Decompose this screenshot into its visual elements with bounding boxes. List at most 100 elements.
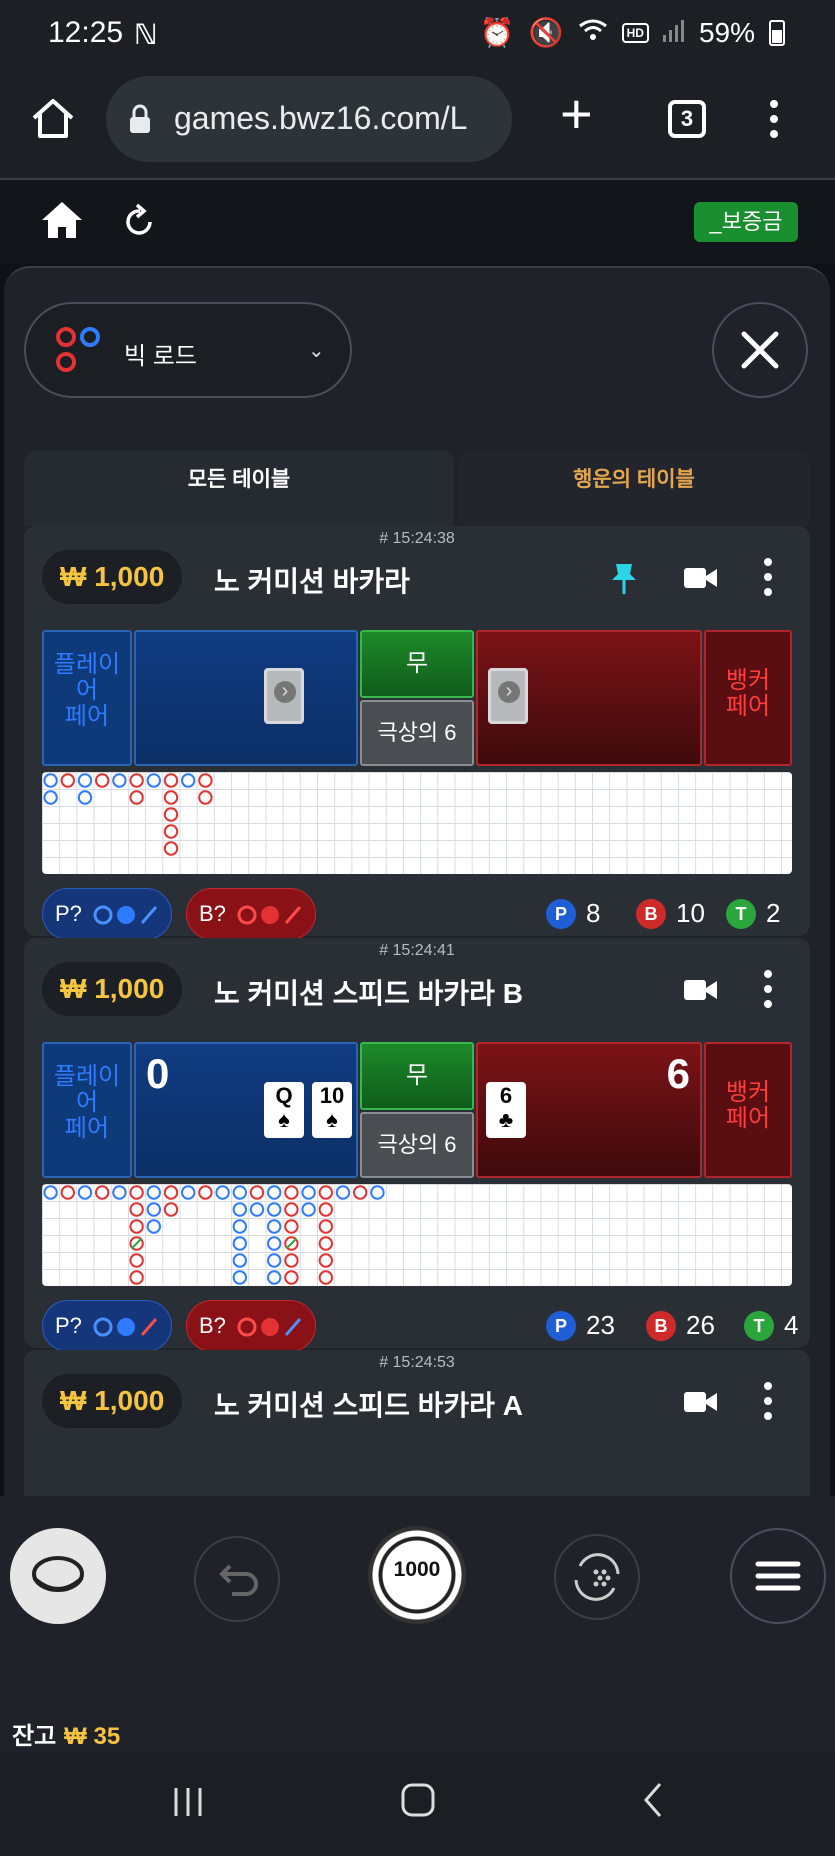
player-spot[interactable]: 0 Q ♠ 10 ♠ [134,1042,358,1178]
ask-player-label: P? [55,1313,82,1338]
banker-win-mark [318,1219,333,1234]
table-card[interactable]: # 15:24:53 ₩ 1,000 노 커미션 스피드 바카라 A [24,1350,810,1500]
video-icon[interactable] [684,1390,718,1419]
url-text: games.bwz16.com/L [174,100,468,136]
banker-win-mark [198,1185,213,1200]
tie-spot[interactable]: 무 [360,1042,474,1110]
banker-win-mark [60,1185,75,1200]
deposit-button[interactable]: _보증금 [694,202,798,242]
banker-win-mark [129,1253,144,1268]
chip-value: 1000 [393,1558,441,1581]
lobby-home-icon[interactable] [40,200,84,245]
banker-prediction-icon [237,1317,302,1337]
super-six-spot[interactable]: 극상의 6 [360,700,474,766]
battery-percent: 59% [698,16,755,48]
wifi-icon [578,17,608,49]
player-win-mark [146,1185,162,1200]
ask-player-button[interactable]: P? [42,1300,172,1352]
lobby-toggle-button[interactable] [10,1528,106,1624]
banker-win-mark [318,1253,333,1268]
status-time: 12:25 [48,16,124,49]
tie-mark [285,1237,298,1250]
browser-home-icon[interactable] [30,96,78,144]
banker-win-mark [318,1236,333,1251]
table-menu-icon[interactable] [764,558,772,603]
banker-pair-spot[interactable]: 뱅커 페어 [704,1042,792,1178]
home-nav-icon[interactable] [398,1780,438,1820]
browser-menu-icon[interactable] [770,100,778,145]
banker-spot[interactable] [476,630,702,766]
banker-win-mark [284,1253,299,1268]
player-win-mark [43,790,58,805]
tie-stat: T4 [744,1310,798,1341]
new-tab-icon[interactable]: + [560,86,593,142]
ask-banker-button[interactable]: B? [186,1300,316,1352]
big-road-grid [42,772,792,874]
ask-banker-button[interactable]: B? [186,888,316,940]
banker-win-mark [353,1185,368,1200]
tab-lucky-tables[interactable]: 행운의 테이블 [458,450,810,526]
table-card[interactable]: # 15:24:38 ₩ 1,000 노 커미션 바카라 플레이어 페어 무 극… [24,526,810,940]
player-pair-spot[interactable]: 플레이어 페어 [42,630,132,766]
banker-wins-count: 10 [676,898,705,928]
banker-pair-spot[interactable]: 뱅커 페어 [704,630,792,766]
alarm-icon: ⏰ [479,17,515,48]
balance-value: ₩ 35 [64,1723,121,1750]
close-button[interactable] [712,302,808,398]
player-win-mark [232,1270,248,1285]
back-nav-icon[interactable] [638,1780,668,1820]
player-wins-count: 23 [586,1310,615,1340]
card-back-icon [264,668,304,724]
banker-win-mark [129,1270,144,1285]
banker-win-mark [129,1185,144,1200]
table-min-bet: ₩ 1,000 [42,550,183,604]
tie-spot[interactable]: 무 [360,630,474,698]
banker-win-mark [163,773,179,788]
player-win-mark [77,790,93,805]
bet-board: 플레이어 페어 무 극상의 6 뱅커 페어 [42,630,792,766]
player-win-mark [232,1202,248,1217]
banker-win-mark [163,841,179,856]
banker-spot[interactable]: 6 6 ♣ [476,1042,702,1178]
notification-icon: ℕ [134,19,158,50]
banker-win-mark [198,773,213,788]
banker-win-mark [129,1202,144,1217]
menu-button[interactable] [730,1528,826,1624]
player-prediction-icon [93,905,158,925]
balance-label: 잔고 [12,1723,57,1750]
banker-win-mark [284,1270,299,1285]
ask-player-button[interactable]: P? [42,888,172,940]
undo-button[interactable] [194,1536,280,1622]
banker-win-mark [129,790,144,805]
table-timestamp: # 15:24:53 [379,1354,455,1371]
big-road-grid [42,1184,792,1286]
browser-toolbar: games.bwz16.com/L + 3 [0,68,835,180]
player-win-mark [267,1236,282,1251]
table-card[interactable]: # 15:24:41 ₩ 1,000 노 커미션 스피드 바카라 B 플레이어 … [24,938,810,1352]
card-back-icon [488,668,528,724]
table-menu-icon[interactable] [764,970,772,1015]
lock-icon [130,104,150,133]
rebet-button[interactable] [554,1534,640,1620]
video-icon[interactable] [684,978,718,1007]
player-wins-stat: P8 [546,898,600,929]
player-win-mark [43,773,58,788]
road-type-dropdown[interactable]: 빅 로드 ⌄ [24,302,352,398]
player-spot[interactable] [134,630,358,766]
ask-banker-label: B? [199,1313,226,1338]
bet-controls: 1000 [0,1496,835,1752]
video-icon[interactable] [684,566,718,595]
tab-switcher-button[interactable]: 3 [668,100,706,138]
url-bar[interactable]: games.bwz16.com/L [106,76,512,162]
bet-board: 플레이어 페어 0 Q ♠ 10 ♠ 무 극상의 6 6 6 ♣ 뱅커 페어 [42,1042,792,1178]
recent-apps-icon[interactable] [168,1782,208,1822]
big-road-marks [43,1185,385,1285]
chip-selector[interactable]: 1000 [368,1526,466,1624]
player-pair-spot[interactable]: 플레이어 페어 [42,1042,132,1178]
tab-all-tables[interactable]: 모든 테이블 [24,450,454,526]
pin-icon[interactable] [610,562,638,601]
table-menu-icon[interactable] [764,1382,772,1427]
super-six-spot[interactable]: 극상의 6 [360,1112,474,1178]
reload-icon[interactable] [122,200,158,245]
banker-wins-stat: B 26 [646,1310,715,1341]
